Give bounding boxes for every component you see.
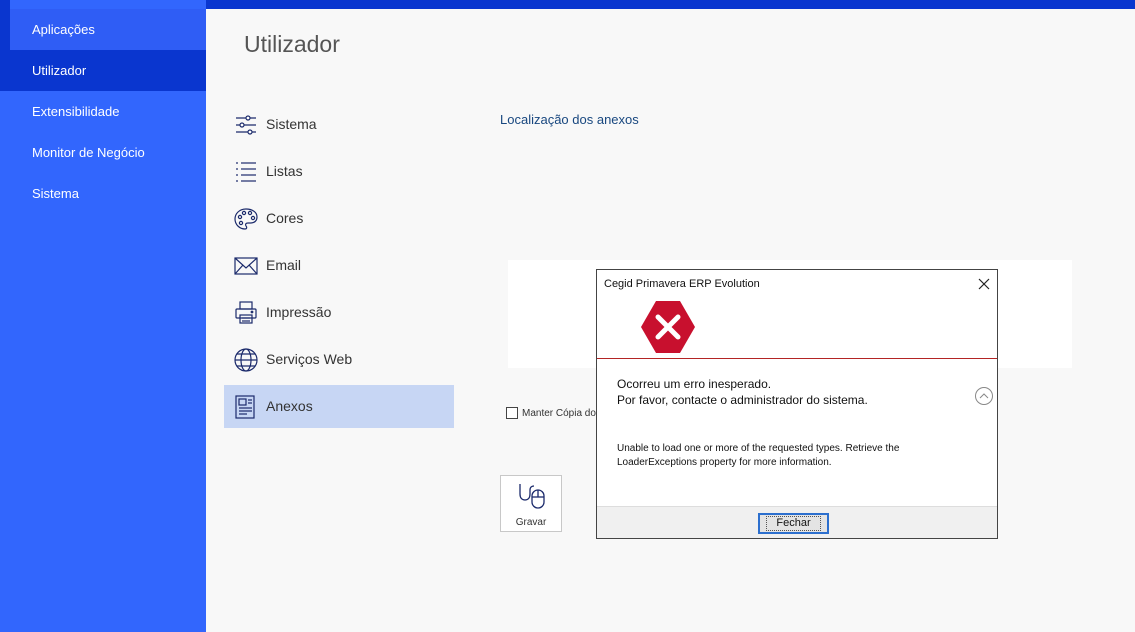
attachments-icon [235,395,255,419]
sidebar-active-marker [0,0,10,91]
dialog-message: Ocorreu um erro inesperado. Por favor, c… [617,376,868,408]
error-dialog: Cegid Primavera ERP Evolution Ocorreu um… [596,269,998,539]
keep-copy-label: Manter Cópia dos [522,407,601,419]
menu-item-label: Anexos [266,398,313,414]
printer-icon [235,301,257,324]
close-icon[interactable] [977,277,991,291]
sidebar-item-sistema[interactable]: Sistema [0,173,206,214]
close-button-label: Fechar [766,516,821,531]
sidebar: Aplicações Utilizador Extensibilidade Mo… [0,0,206,632]
envelope-icon [234,257,258,275]
globe-icon [234,348,258,372]
top-bar [206,0,1135,9]
menu-item-impressao[interactable]: Impressão [224,291,454,334]
menu-item-sistema[interactable]: Sistema [224,103,454,146]
dialog-message-line: Por favor, contacte o administrador do s… [617,393,868,407]
menu-item-label: Sistema [266,116,317,132]
menu-item-servicos-web[interactable]: Serviços Web [224,338,454,381]
sidebar-item-aplicacoes[interactable]: Aplicações [0,9,206,50]
error-icon [641,301,695,353]
menu-item-label: Email [266,257,302,273]
keep-copy-checkbox[interactable] [506,407,518,419]
menu-item-label: Impressão [266,304,332,320]
sidebar-item-label: Aplicações [32,22,95,37]
sidebar-item-utilizador[interactable]: Utilizador [0,50,206,91]
sidebar-item-label: Extensibilidade [32,104,120,119]
menu-item-listas[interactable]: Listas [224,150,454,193]
page-title: Utilizador [244,31,340,57]
sidebar-item-label: Sistema [32,186,79,201]
save-button[interactable]: Gravar [500,475,562,532]
save-button-label: Gravar [515,517,547,528]
menu-item-label: Listas [266,163,303,179]
sidebar-item-label: Monitor de Negócio [32,145,145,160]
list-icon [236,162,256,182]
menu-item-anexos[interactable]: Anexos [224,385,454,428]
menu-item-label: Serviços Web [266,351,353,367]
menu-item-email[interactable]: Email [224,244,454,287]
sidebar-item-monitor-negocio[interactable]: Monitor de Negócio [0,132,206,173]
sidebar-item-label: Utilizador [32,63,87,78]
sidebar-item-extensibilidade[interactable]: Extensibilidade [0,91,206,132]
close-button[interactable]: Fechar [758,513,829,534]
dialog-title: Cegid Primavera ERP Evolution [604,278,760,290]
dialog-separator [597,358,997,359]
keep-copy-option: Manter Cópia dos [506,406,601,420]
dialog-detail: Unable to load one or more of the reques… [617,443,900,468]
menu-item-label: Cores [266,210,304,226]
settings-menu: Sistema Listas Cores Email Impressão Ser… [224,103,454,432]
palette-icon [234,208,258,230]
sliders-icon [236,115,256,135]
section-title: Localização dos anexos [500,112,639,127]
menu-item-cores[interactable]: Cores [224,197,454,240]
collapse-details-icon[interactable] [974,386,994,406]
dialog-message-line: Ocorreu um erro inesperado. [617,377,772,391]
dialog-footer: Fechar [597,506,997,538]
mouse-click-icon [519,484,545,509]
